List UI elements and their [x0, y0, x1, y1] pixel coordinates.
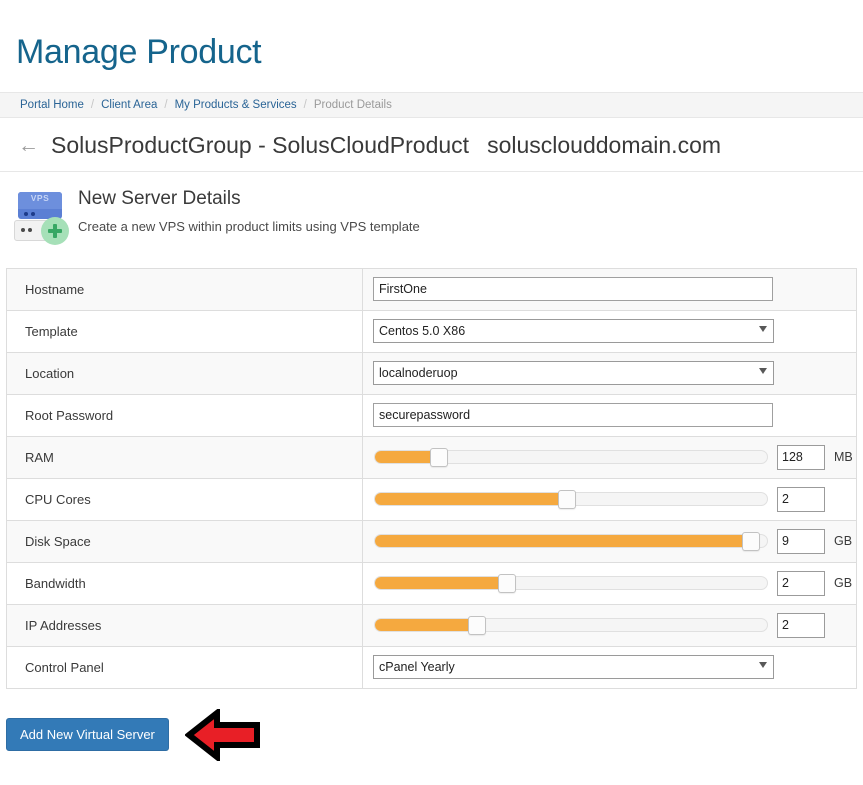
- slider-value-input[interactable]: 9: [777, 528, 825, 554]
- form-label: Bandwidth: [6, 562, 363, 605]
- range-slider[interactable]: [374, 574, 768, 594]
- form-field-cell: 128 MB: [363, 436, 857, 478]
- select-dropdown[interactable]: Centos 5.0 X86: [373, 319, 774, 344]
- form-label: Location: [6, 352, 363, 395]
- range-slider[interactable]: [374, 448, 768, 468]
- slider-handle[interactable]: [430, 448, 449, 468]
- form-row: Root Password: [6, 394, 857, 437]
- select-value: localnoderuop: [373, 361, 774, 386]
- breadcrumb: Portal Home / Client Area / My Products & Se…: [0, 91, 863, 118]
- vps-add-icon: VPS: [12, 188, 78, 248]
- breadcrumb-separator: /: [164, 98, 168, 111]
- select-dropdown[interactable]: cPanel Yearly: [373, 655, 774, 680]
- form-label: RAM: [6, 436, 363, 479]
- breadcrumb-separator: /: [303, 98, 307, 111]
- back-arrow-icon[interactable]: ←: [18, 135, 39, 156]
- section-title: New Server Details: [78, 187, 241, 209]
- product-domain: solusclouddomain.com: [487, 131, 722, 158]
- chevron-down-icon: [759, 368, 767, 375]
- vps-icon-label: VPS: [30, 192, 50, 203]
- form-row: Template Centos 5.0 X86: [6, 310, 857, 353]
- breadcrumb-item-3: Product Details: [313, 98, 392, 111]
- new-server-form-table: HostnameTemplate Centos 5.0 X86 Location lo…: [6, 267, 857, 689]
- form-field-cell: 2 GB: [363, 562, 857, 604]
- slider-unit-label: GB: [834, 534, 853, 549]
- form-field-cell: 2: [363, 604, 857, 646]
- slider-fill: [375, 535, 753, 548]
- form-row: Location localnoderuop: [6, 352, 857, 395]
- left-arrow-annotation-icon: [184, 708, 260, 761]
- section-subtitle: Create a new VPS within product limits u…: [78, 218, 420, 234]
- text-input[interactable]: [373, 403, 773, 428]
- slider-unit-label: MB: [834, 450, 853, 465]
- form-field-cell: Centos 5.0 X86: [363, 310, 857, 352]
- slider-unit-label: GB: [834, 576, 853, 591]
- slider-fill: [375, 493, 569, 506]
- form-label: Template: [6, 310, 363, 353]
- slider-handle[interactable]: [742, 532, 761, 552]
- range-slider[interactable]: [374, 616, 768, 636]
- slider-value-input[interactable]: 2: [777, 612, 825, 638]
- breadcrumb-separator: /: [90, 98, 95, 111]
- form-row: CPU Cores 2: [6, 478, 857, 521]
- form-row: Hostname: [6, 268, 857, 311]
- form-label: CPU Cores: [6, 478, 363, 521]
- slider-value-input[interactable]: 128: [777, 444, 825, 470]
- text-input[interactable]: [373, 277, 773, 302]
- slider-value-input[interactable]: 2: [777, 486, 825, 512]
- form-label: Disk Space: [6, 520, 363, 563]
- select-value: cPanel Yearly: [373, 655, 774, 680]
- slider-value-input[interactable]: 2: [777, 570, 825, 596]
- add-new-virtual-server-button[interactable]: Add New Virtual Server: [6, 718, 169, 752]
- chevron-down-icon: [759, 662, 767, 669]
- slider-handle[interactable]: [498, 574, 517, 594]
- slider-fill: [375, 619, 478, 632]
- range-slider[interactable]: [374, 532, 768, 552]
- slider-handle[interactable]: [558, 490, 577, 510]
- range-slider[interactable]: [374, 490, 768, 510]
- form-field-cell: 2: [363, 478, 857, 520]
- section-header: VPS New Server Details Create a new VPS …: [0, 172, 863, 254]
- form-label: Root Password: [6, 394, 363, 437]
- breadcrumb-item-2[interactable]: My Products & Services: [175, 99, 297, 111]
- plus-icon: [41, 216, 69, 245]
- submit-area: Add New Virtual Server: [6, 708, 863, 761]
- form-row: RAM 128 MB: [6, 436, 857, 479]
- select-value: Centos 5.0 X86: [373, 319, 774, 344]
- form-label: IP Addresses: [6, 604, 363, 647]
- form-row: Bandwidth 2 GB: [6, 562, 857, 605]
- breadcrumb-item-0[interactable]: Portal Home: [20, 99, 84, 111]
- form-field-cell: [363, 394, 857, 436]
- form-field-cell: cPanel Yearly: [363, 646, 857, 688]
- breadcrumb-item-1[interactable]: Client Area: [101, 99, 157, 111]
- form-field-cell: localnoderuop: [363, 352, 857, 394]
- page-title: Manage Product: [16, 32, 262, 71]
- form-label: Control Panel: [6, 646, 363, 689]
- product-header: ← SolusProductGroup - SolusCloudProduct …: [0, 118, 863, 172]
- product-name: SolusProductGroup - SolusCloudProduct: [51, 131, 470, 158]
- form-row: Control Panel cPanel Yearly: [6, 646, 857, 689]
- select-dropdown[interactable]: localnoderuop: [373, 361, 774, 386]
- slider-handle[interactable]: [468, 616, 486, 636]
- form-row: Disk Space 9 GB: [6, 520, 857, 563]
- form-field-cell: 9 GB: [363, 520, 857, 562]
- chevron-down-icon: [759, 326, 767, 333]
- form-field-cell: [363, 268, 857, 310]
- slider-fill: [375, 577, 509, 590]
- form-row: IP Addresses 2: [6, 604, 857, 647]
- form-label: Hostname: [6, 268, 363, 311]
